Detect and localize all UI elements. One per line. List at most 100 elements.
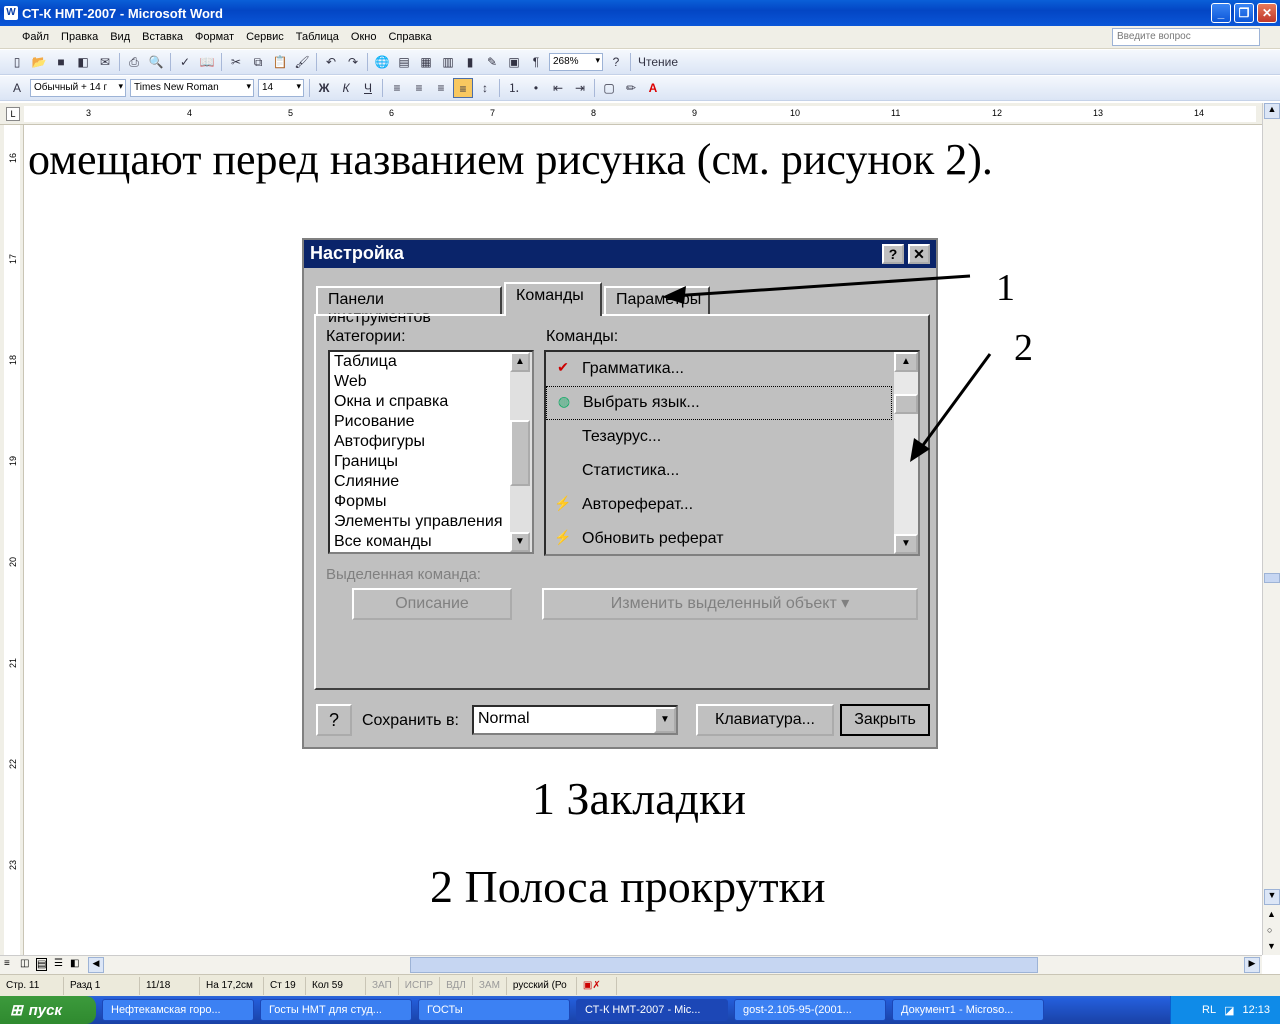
describe-button[interactable]: Описание: [352, 588, 512, 620]
help-icon[interactable]: ?: [882, 244, 904, 264]
status-rec[interactable]: ЗАП: [366, 976, 399, 995]
print-icon[interactable]: ⎙: [124, 52, 144, 72]
keyboard-button[interactable]: Клавиатура...: [696, 704, 834, 736]
highlight-icon[interactable]: ✏: [621, 78, 641, 98]
format-painter-icon[interactable]: 🖌: [292, 52, 312, 72]
font-color-icon[interactable]: A: [643, 78, 663, 98]
tab-options[interactable]: Параметры: [604, 286, 710, 314]
help-icon[interactable]: ?: [606, 52, 626, 72]
scroll-thumb[interactable]: [1264, 573, 1280, 583]
scroll-up-icon[interactable]: ▲: [1264, 103, 1280, 119]
insert-excel-icon[interactable]: ▥: [438, 52, 458, 72]
show-hide-icon[interactable]: ¶: [526, 52, 546, 72]
research-icon[interactable]: 📖: [197, 52, 217, 72]
horizontal-ruler[interactable]: L 3 4 5 6 7 8 9 10 11 12 13 14: [0, 103, 1280, 125]
permission-icon[interactable]: ◧: [73, 52, 93, 72]
commands-scrollbar[interactable]: ▲ ▼: [894, 352, 918, 554]
close-window-button[interactable]: ✕: [1257, 3, 1277, 23]
redo-icon[interactable]: ↷: [343, 52, 363, 72]
numbering-icon[interactable]: ⒈: [504, 78, 524, 98]
spelling-icon[interactable]: ✓: [175, 52, 195, 72]
list-item[interactable]: Web: [330, 372, 532, 392]
maximize-button[interactable]: ❐: [1234, 3, 1254, 23]
line-spacing-icon[interactable]: ↕: [475, 78, 495, 98]
tab-commands[interactable]: Команды: [504, 282, 602, 316]
menu-insert[interactable]: Вставка: [136, 31, 189, 43]
style-select[interactable]: Обычный + 14 г: [30, 79, 126, 97]
dropdown-arrow-icon[interactable]: ▼: [654, 707, 676, 733]
menu-window[interactable]: Окно: [345, 31, 383, 43]
scroll-thumb[interactable]: [510, 420, 530, 486]
scroll-up-icon[interactable]: ▲: [510, 352, 530, 372]
reading-layout-icon[interactable]: ◧: [70, 958, 79, 969]
close-button[interactable]: Закрыть: [840, 704, 930, 736]
decrease-indent-icon[interactable]: ⇤: [548, 78, 568, 98]
list-item[interactable]: Окна и справка: [330, 392, 532, 412]
help-question-icon[interactable]: ?: [316, 704, 352, 736]
start-button[interactable]: ⊞ пуск: [0, 996, 96, 1024]
scroll-down-icon[interactable]: ▼: [1264, 889, 1280, 905]
hyperlink-icon[interactable]: 🌐: [372, 52, 392, 72]
save-in-select[interactable]: Normal ▼: [472, 705, 678, 735]
web-view-icon[interactable]: ◫: [20, 958, 29, 969]
language-indicator[interactable]: RL: [1202, 1004, 1216, 1016]
new-document-icon[interactable]: ▯: [7, 52, 27, 72]
list-item[interactable]: ✔ Грамматика...: [546, 352, 918, 386]
print-preview-icon[interactable]: 🔍: [146, 52, 166, 72]
font-size-select[interactable]: 14: [258, 79, 304, 97]
taskbar-item-gost-doc[interactable]: gost-2.105-95-(2001...: [734, 999, 886, 1021]
ask-question-input[interactable]: Введите вопрос: [1112, 28, 1260, 46]
justify-icon[interactable]: ≡: [453, 78, 473, 98]
horizontal-scrollbar[interactable]: ≡ ◫ ▤ ☰ ◧ ◀ ▶: [0, 955, 1262, 974]
word-app-icon[interactable]: W: [4, 6, 18, 20]
menu-file[interactable]: Файл: [16, 31, 55, 43]
read-mode-button[interactable]: Чтение: [635, 52, 681, 72]
styles-icon[interactable]: A: [7, 78, 27, 98]
taskbar-item-folder-gosty[interactable]: ГОСТы: [418, 999, 570, 1021]
categories-list[interactable]: Таблица Web Окна и справка Рисование Авт…: [328, 350, 534, 554]
list-item[interactable]: ⚡ Автореферат...: [546, 488, 918, 522]
list-item[interactable]: ⚡ Обновить реферат: [546, 522, 918, 556]
align-right-icon[interactable]: ≡: [431, 78, 451, 98]
copy-icon[interactable]: ⧉: [248, 52, 268, 72]
previous-page-icon[interactable]: ▲: [1267, 909, 1276, 919]
drawing-icon[interactable]: ✎: [482, 52, 502, 72]
align-left-icon[interactable]: ≡: [387, 78, 407, 98]
list-item[interactable]: Слияние: [330, 472, 532, 492]
paste-icon[interactable]: 📋: [270, 52, 290, 72]
minimize-button[interactable]: _: [1211, 3, 1231, 23]
increase-indent-icon[interactable]: ⇥: [570, 78, 590, 98]
list-item[interactable]: Таблица: [330, 352, 532, 372]
insert-table-icon[interactable]: ▦: [416, 52, 436, 72]
list-item[interactable]: Рисование: [330, 412, 532, 432]
menu-edit[interactable]: Правка: [55, 31, 104, 43]
taskbar-item-folder-gosty-nmt[interactable]: Госты НМТ для студ...: [260, 999, 412, 1021]
list-item-selected[interactable]: ◍ Выбрать язык...: [546, 386, 892, 420]
next-page-icon[interactable]: ▼: [1267, 941, 1276, 951]
document-map-icon[interactable]: ▣: [504, 52, 524, 72]
close-icon[interactable]: ✕: [908, 244, 930, 264]
list-item[interactable]: Элементы управления: [330, 512, 532, 532]
columns-icon[interactable]: ▮: [460, 52, 480, 72]
tables-borders-icon[interactable]: ▤: [394, 52, 414, 72]
italic-icon[interactable]: К: [336, 78, 356, 98]
bold-icon[interactable]: Ж: [314, 78, 334, 98]
list-item[interactable]: Границы: [330, 452, 532, 472]
scroll-thumb[interactable]: [894, 394, 918, 414]
modify-selection-button[interactable]: Изменить выделенный объект ▾: [542, 588, 918, 620]
taskbar-item-document1[interactable]: Документ1 - Microso...: [892, 999, 1044, 1021]
borders-icon[interactable]: ▢: [599, 78, 619, 98]
scroll-down-icon[interactable]: ▼: [894, 534, 918, 554]
align-center-icon[interactable]: ≡: [409, 78, 429, 98]
print-layout-icon[interactable]: ▤: [36, 958, 48, 971]
list-item[interactable]: Все команды: [330, 532, 532, 552]
save-icon[interactable]: ■: [51, 52, 71, 72]
menu-help[interactable]: Справка: [382, 31, 437, 43]
taskbar-item-word-active[interactable]: СТ-К НМТ-2007 - Mic...: [576, 999, 728, 1021]
undo-icon[interactable]: ↶: [321, 52, 341, 72]
commands-list[interactable]: ✔ Грамматика... ◍ Выбрать язык... Тезаурус…: [544, 350, 920, 556]
status-language[interactable]: русский (Ро: [507, 976, 577, 995]
email-icon[interactable]: ✉: [95, 52, 115, 72]
list-item[interactable]: Формы: [330, 492, 532, 512]
status-extend[interactable]: ВДЛ: [440, 976, 473, 995]
